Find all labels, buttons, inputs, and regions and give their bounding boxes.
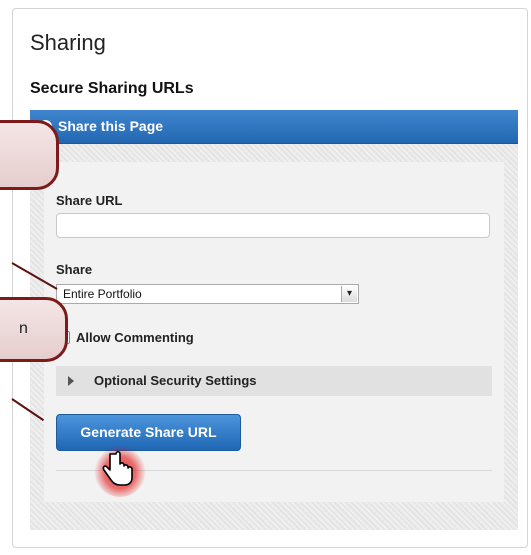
triangle-right-icon xyxy=(68,376,74,386)
share-url-label: Share URL xyxy=(56,193,123,208)
generate-share-url-button[interactable]: Generate Share URL xyxy=(56,414,241,451)
hand-pointer-icon xyxy=(94,443,146,497)
chevron-down-icon[interactable]: ▾ xyxy=(341,286,357,302)
share-url-input[interactable] xyxy=(56,213,490,238)
share-select[interactable]: Entire Portfolio ▾ xyxy=(56,284,359,304)
optional-security-label: Optional Security Settings xyxy=(94,373,257,388)
share-this-page-accordion[interactable]: + Share this Page xyxy=(30,110,518,144)
callout-bubble xyxy=(0,120,59,190)
callout-text: n xyxy=(19,320,28,337)
optional-security-settings-toggle[interactable]: Optional Security Settings xyxy=(56,366,492,396)
share-select-value: Entire Portfolio xyxy=(63,287,142,301)
allow-commenting-label: Allow Commenting xyxy=(76,330,194,345)
accordion-label: Share this Page xyxy=(58,118,164,134)
share-label: Share xyxy=(56,262,93,277)
callout-bubble: n xyxy=(0,297,68,362)
page-title: Sharing xyxy=(30,30,106,55)
section-title: Secure Sharing URLs xyxy=(30,80,194,97)
